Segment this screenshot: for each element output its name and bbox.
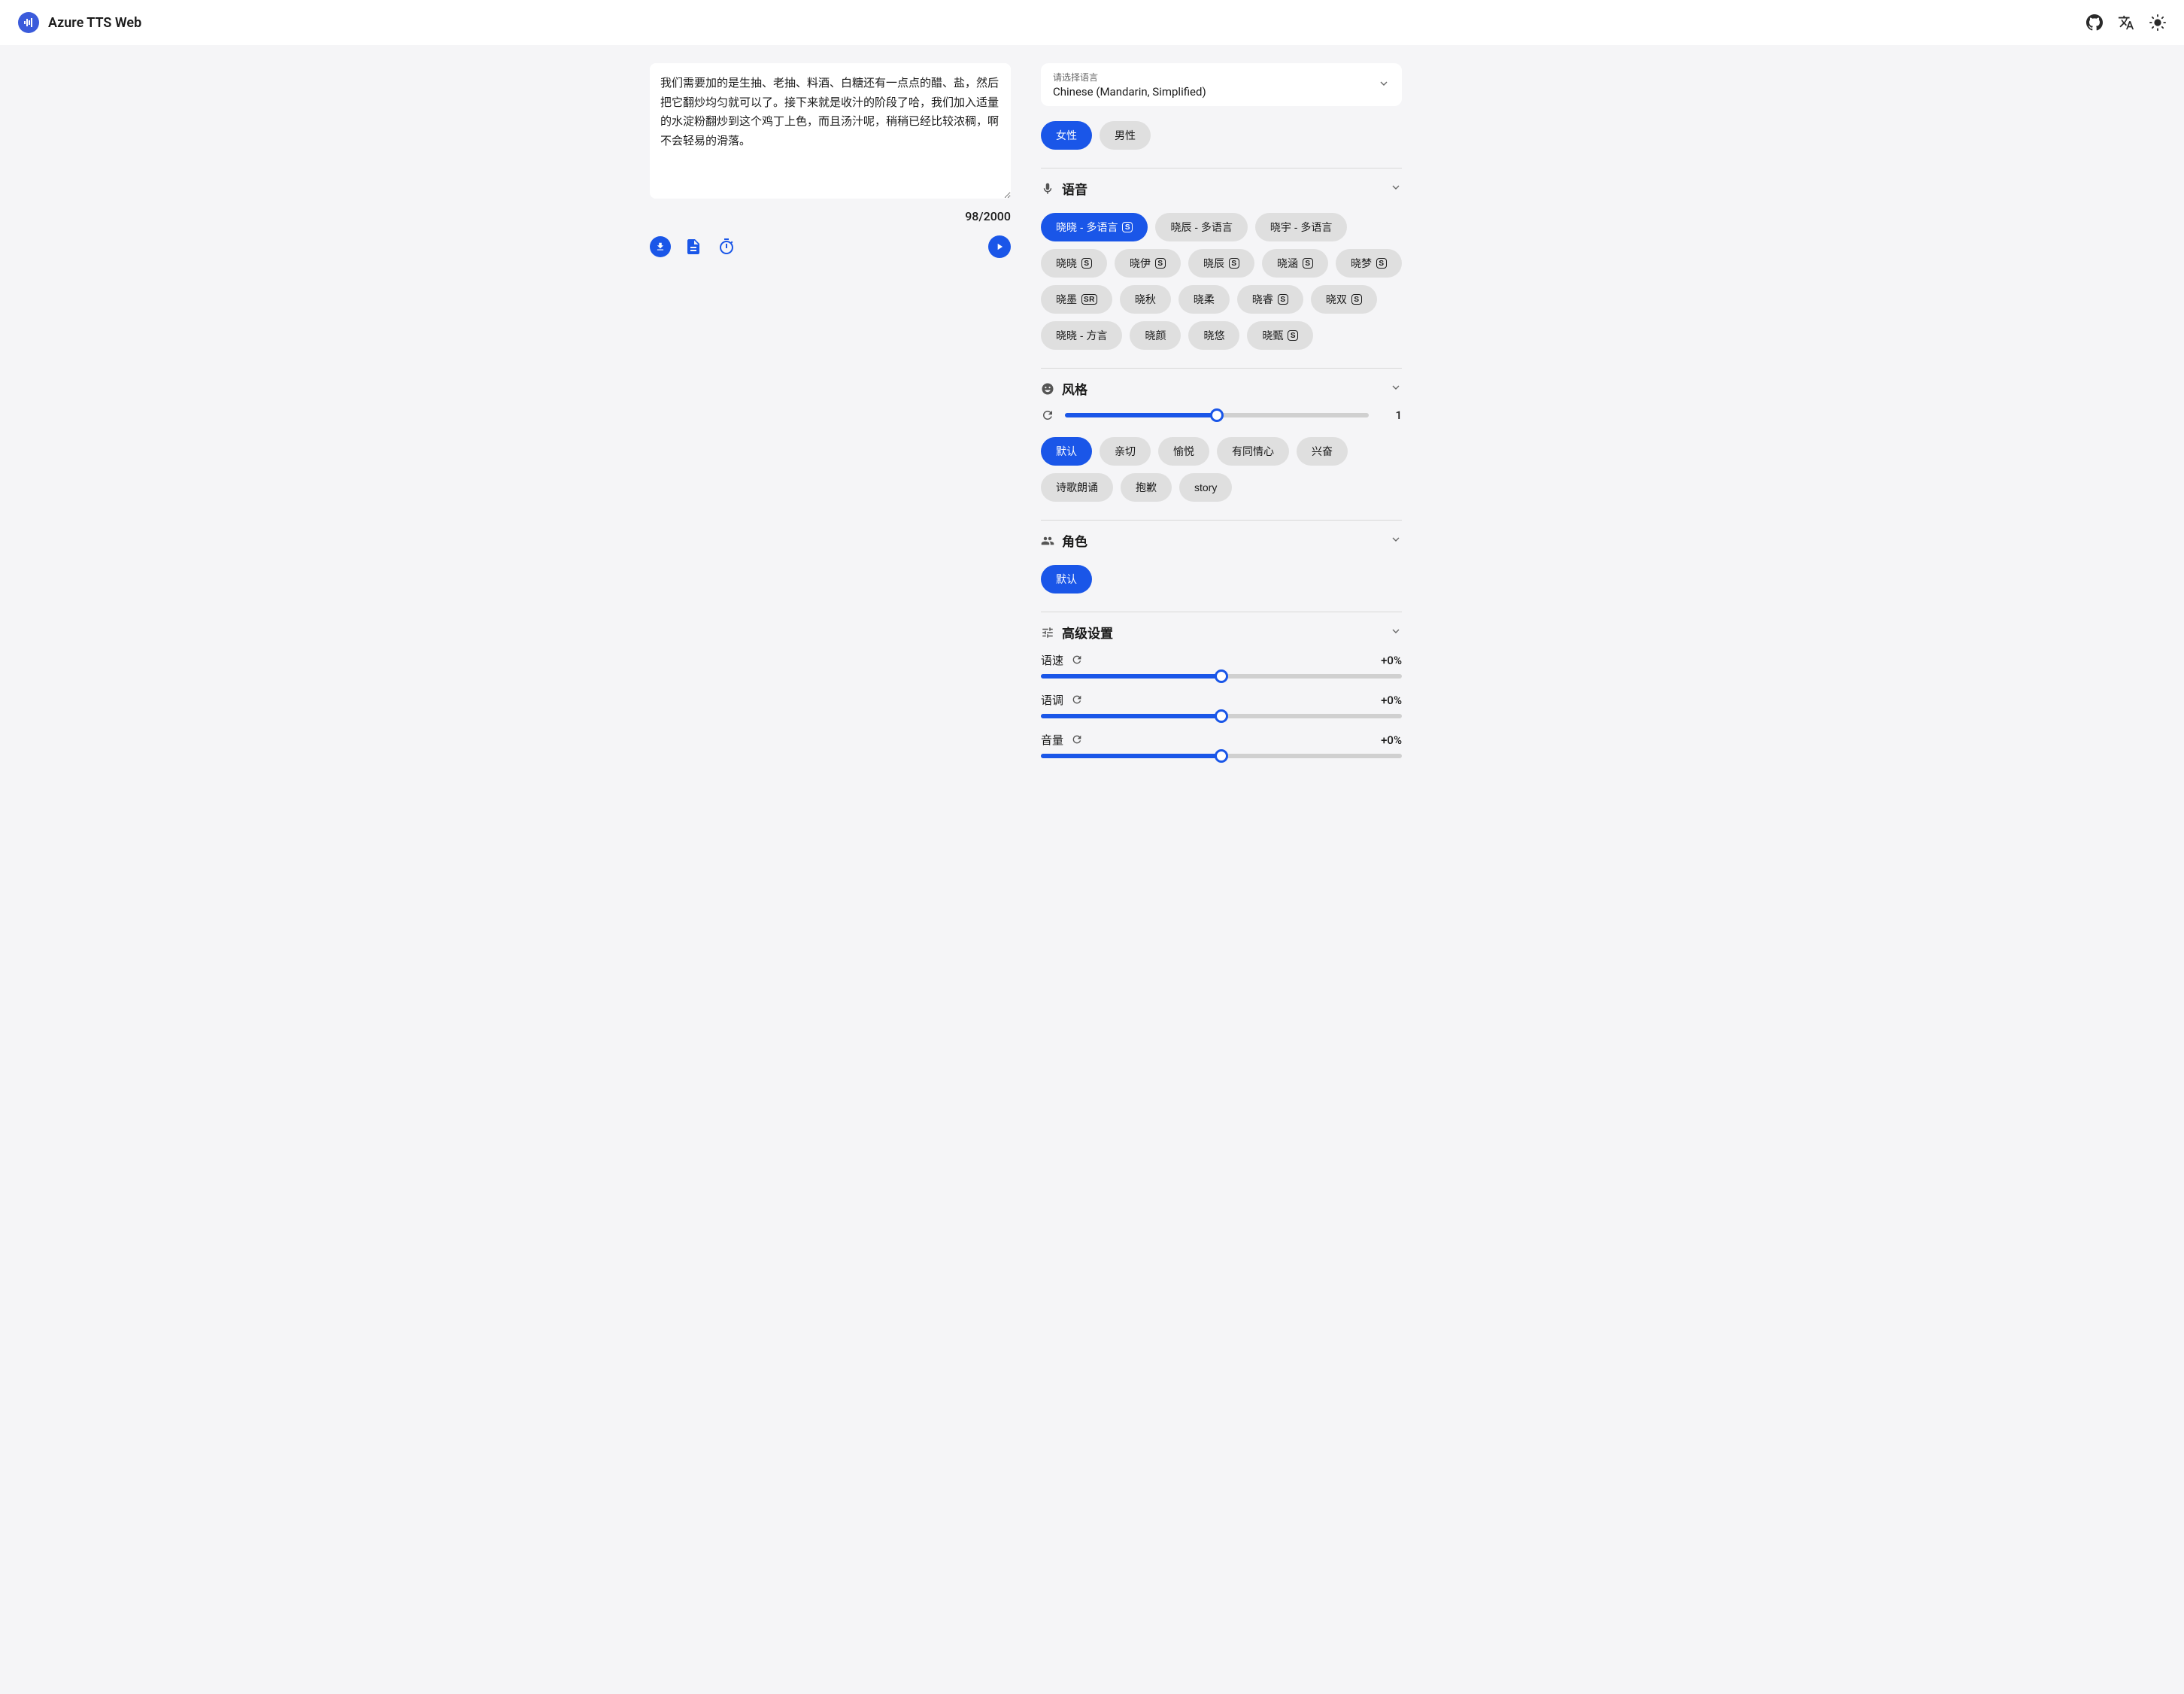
- github-icon[interactable]: [2086, 14, 2103, 31]
- style-chip[interactable]: 抱歉: [1121, 473, 1172, 502]
- role-title: 角色: [1062, 531, 1087, 550]
- settings-icon: [1041, 626, 1054, 639]
- voice-chip[interactable]: 晓晓S: [1041, 249, 1107, 278]
- advanced-section: 高级设置 语速 +0%: [1041, 612, 1402, 758]
- voice-title: 语音: [1062, 179, 1087, 198]
- voice-chip[interactable]: 晓宇 - 多语言: [1255, 213, 1347, 241]
- gender-male-chip[interactable]: 男性: [1100, 121, 1151, 150]
- style-title: 风格: [1062, 379, 1087, 398]
- text-input-wrap: [650, 63, 1011, 202]
- language-label: 请选择语言: [1053, 71, 1206, 83]
- timer-button[interactable]: [716, 236, 737, 257]
- voice-chip[interactable]: 晓柔: [1178, 285, 1230, 314]
- style-chip[interactable]: 兴奋: [1297, 437, 1348, 466]
- advanced-pitch: 语调 +0%: [1041, 692, 1402, 718]
- volume-value: +0%: [1381, 733, 1402, 747]
- voice-chip[interactable]: 晓颜: [1130, 321, 1181, 350]
- document-button[interactable]: [683, 236, 704, 257]
- style-chip[interactable]: 诗歌朗诵: [1041, 473, 1113, 502]
- advanced-section-header: 高级设置: [1041, 623, 1402, 642]
- timer-icon: [717, 238, 736, 256]
- gender-female-chip[interactable]: 女性: [1041, 121, 1092, 150]
- gender-chips: 女性 男性: [1041, 121, 1402, 150]
- voice-chip[interactable]: 晓睿S: [1237, 285, 1303, 314]
- voice-chip[interactable]: 晓墨SR: [1041, 285, 1112, 314]
- char-count: 98/2000: [650, 209, 1011, 223]
- language-select[interactable]: 请选择语言 Chinese (Mandarin, Simplified): [1041, 63, 1402, 106]
- style-chip[interactable]: 亲切: [1100, 437, 1151, 466]
- role-chip[interactable]: 默认: [1041, 565, 1092, 594]
- style-section: 风格 1 默认亲切愉悦有同情心兴奋诗歌朗诵抱歉story: [1041, 368, 1402, 502]
- mic-icon: [1041, 182, 1054, 196]
- voice-chip[interactable]: 晓晓 - 多语言S: [1041, 213, 1148, 241]
- style-chips: 默认亲切愉悦有同情心兴奋诗歌朗诵抱歉story: [1041, 437, 1402, 502]
- style-chip[interactable]: 有同情心: [1217, 437, 1289, 466]
- voice-chip[interactable]: 晓辰 - 多语言: [1155, 213, 1247, 241]
- app-header: Azure TTS Web: [0, 0, 2184, 45]
- app-title: Azure TTS Web: [48, 15, 141, 31]
- people-icon: [1041, 534, 1054, 548]
- translate-icon[interactable]: [2118, 14, 2134, 31]
- chevron-down-icon[interactable]: [1390, 533, 1402, 548]
- role-section-header: 角色: [1041, 531, 1402, 550]
- style-section-header: 风格: [1041, 379, 1402, 398]
- pitch-label: 语调: [1041, 692, 1063, 708]
- voice-chip[interactable]: 晓悠: [1188, 321, 1239, 350]
- reset-icon[interactable]: [1071, 694, 1084, 707]
- pitch-value: +0%: [1381, 694, 1402, 707]
- style-chip[interactable]: 愉悦: [1158, 437, 1209, 466]
- voice-chip[interactable]: 晓甄S: [1247, 321, 1313, 350]
- right-panel: 请选择语言 Chinese (Mandarin, Simplified) 女性 …: [1041, 63, 1402, 758]
- voice-chip[interactable]: 晓伊S: [1115, 249, 1181, 278]
- chevron-down-icon[interactable]: [1390, 381, 1402, 396]
- voice-chips: 晓晓 - 多语言S晓辰 - 多语言晓宇 - 多语言晓晓S 晓伊S晓辰S 晓涵S 晓梦S…: [1041, 213, 1402, 350]
- tts-text-input[interactable]: [650, 63, 1011, 199]
- role-chips: 默认: [1041, 565, 1402, 594]
- download-button[interactable]: [650, 236, 671, 257]
- advanced-speed: 语速 +0%: [1041, 652, 1402, 679]
- volume-slider[interactable]: [1041, 754, 1402, 758]
- style-degree-value: 1: [1379, 408, 1402, 422]
- voice-section: 语音 晓晓 - 多语言S晓辰 - 多语言晓宇 - 多语言晓晓S 晓伊S晓辰S 晓涵S…: [1041, 168, 1402, 350]
- main-content: 98/2000 请选择语言 Chinese (Mandarin: [626, 45, 1558, 776]
- voice-chip[interactable]: 晓双S: [1311, 285, 1377, 314]
- advanced-volume: 音量 +0%: [1041, 732, 1402, 758]
- left-panel: 98/2000: [650, 63, 1011, 758]
- voice-chip[interactable]: 晓梦S: [1336, 249, 1402, 278]
- action-bar: [650, 235, 1011, 258]
- header-left: Azure TTS Web: [18, 12, 141, 33]
- chevron-down-icon[interactable]: [1390, 625, 1402, 640]
- play-icon: [994, 241, 1005, 252]
- volume-label: 音量: [1041, 732, 1063, 748]
- reset-icon[interactable]: [1041, 408, 1054, 422]
- voice-chip[interactable]: 晓辰S: [1188, 249, 1254, 278]
- advanced-title: 高级设置: [1062, 623, 1113, 642]
- emoji-icon: [1041, 382, 1054, 396]
- chevron-down-icon[interactable]: [1390, 181, 1402, 196]
- reset-icon[interactable]: [1071, 733, 1084, 747]
- voice-chip[interactable]: 晓晓 - 方言: [1041, 321, 1122, 350]
- voice-section-header: 语音: [1041, 179, 1402, 198]
- app-logo: [18, 12, 39, 33]
- document-icon: [684, 238, 702, 256]
- speed-value: +0%: [1381, 654, 1402, 667]
- reset-icon[interactable]: [1071, 654, 1084, 667]
- speed-slider[interactable]: [1041, 674, 1402, 679]
- theme-toggle-icon[interactable]: [2149, 14, 2166, 31]
- actions-left: [650, 236, 737, 257]
- download-icon: [655, 241, 666, 252]
- style-degree-slider[interactable]: [1065, 413, 1369, 417]
- style-chip[interactable]: 默认: [1041, 437, 1092, 466]
- role-section: 角色 默认: [1041, 520, 1402, 594]
- header-right: [2086, 14, 2166, 31]
- style-slider-row: 1: [1041, 408, 1402, 422]
- speed-label: 语速: [1041, 652, 1063, 668]
- chevron-down-icon: [1378, 77, 1390, 93]
- play-button[interactable]: [988, 235, 1011, 258]
- pitch-slider[interactable]: [1041, 714, 1402, 718]
- style-chip[interactable]: story: [1179, 473, 1232, 502]
- language-value: Chinese (Mandarin, Simplified): [1053, 85, 1206, 99]
- voice-chip[interactable]: 晓涵S: [1262, 249, 1328, 278]
- voice-chip[interactable]: 晓秋: [1120, 285, 1171, 314]
